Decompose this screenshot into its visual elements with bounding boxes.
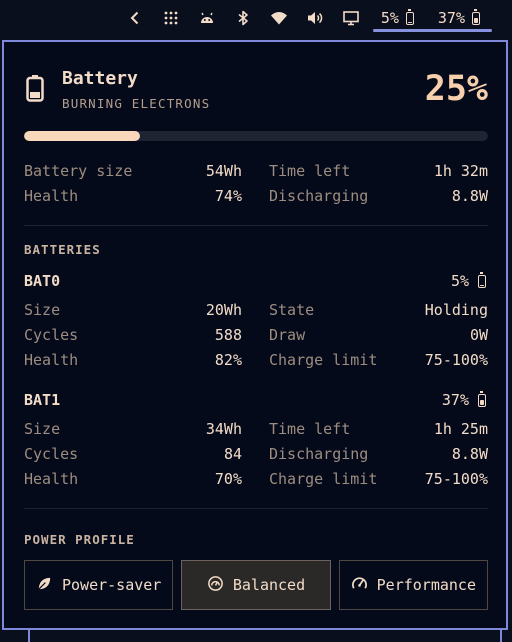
- battery-total-percent: 25%: [424, 69, 488, 109]
- panel-frame-tail: [28, 630, 502, 642]
- label: State: [269, 301, 315, 319]
- battery-icon: [472, 8, 480, 25]
- bat0-charge-limit: Charge limit 75-100%: [269, 349, 488, 371]
- chevron-left-icon[interactable]: [117, 0, 153, 36]
- value: 1h 32m: [433, 162, 488, 180]
- battery-percent: 37%: [437, 9, 465, 27]
- bat0-cycles: Cycles 588: [24, 324, 242, 346]
- bluetooth-icon[interactable]: [225, 0, 261, 36]
- bat0-draw: Draw 0W: [269, 324, 488, 346]
- value: 84: [223, 445, 242, 463]
- battery-icon: [478, 390, 486, 407]
- value: 588: [214, 326, 242, 344]
- power-saver-button[interactable]: Power-saver: [24, 560, 174, 610]
- value: Holding: [424, 301, 488, 319]
- bat1-discharging: Discharging 8.8W: [269, 443, 488, 465]
- battery-progress-fill: [24, 131, 140, 141]
- panel-subtitle: BURNING ELECTRONS: [62, 96, 211, 111]
- power-profile-buttons: Power-saver Balanced Performance: [24, 560, 488, 610]
- robot-icon[interactable]: [189, 0, 225, 36]
- bat1-time-left: Time left 1h 25m: [269, 418, 488, 440]
- battery-icon: [26, 74, 44, 106]
- battery-progress-bar: [24, 131, 488, 141]
- wifi-icon[interactable]: [261, 0, 297, 36]
- bat1-health: Health 70%: [24, 468, 242, 490]
- battery-percent: 5%: [380, 9, 399, 27]
- label: Cycles: [24, 326, 79, 344]
- battery-name: BAT1: [24, 391, 61, 409]
- value: 34Wh: [205, 420, 242, 438]
- batteries-section-title: BATTERIES: [24, 242, 101, 257]
- panel-header: Battery BURNING ELECTRONS 25%: [22, 66, 488, 116]
- bat0-size: Size 20Wh: [24, 299, 242, 321]
- battery-name: BAT0: [24, 272, 61, 290]
- value: 0W: [469, 326, 488, 344]
- display-icon[interactable]: [333, 0, 369, 36]
- summary-time-left: Time left 1h 32m: [269, 160, 488, 182]
- battery-percent-value: 5%: [450, 272, 469, 290]
- divider: [24, 225, 488, 226]
- panel-title: Battery: [62, 68, 138, 89]
- value: 74%: [214, 187, 242, 205]
- bat1-cycles: Cycles 84: [24, 443, 242, 465]
- label: Health: [24, 351, 79, 369]
- label: Size: [24, 420, 61, 438]
- label: Health: [24, 470, 79, 488]
- label: Discharging: [269, 187, 369, 205]
- bat1-size: Size 34Wh: [24, 418, 242, 440]
- battery-bat1-header: BAT1 37%: [24, 389, 488, 411]
- label: Charge limit: [269, 351, 378, 369]
- dots-grid-icon[interactable]: [153, 0, 189, 36]
- battery-icon: [478, 271, 486, 288]
- battery-indicator-bat0[interactable]: 5%: [369, 0, 426, 36]
- speedometer-icon: [351, 575, 368, 596]
- bat1-charge-limit: Charge limit 75-100%: [269, 468, 488, 490]
- bat0-state: State Holding: [269, 299, 488, 321]
- battery-percent: 5%: [450, 271, 488, 290]
- label: Discharging: [269, 445, 369, 463]
- leaf-icon: [36, 575, 53, 596]
- battery-bat0-header: BAT0 5%: [24, 270, 488, 292]
- battery-percent-value: 37%: [441, 391, 469, 409]
- value: 75-100%: [424, 351, 488, 369]
- summary-discharging: Discharging 8.8W: [269, 185, 488, 207]
- value: 54Wh: [205, 162, 242, 180]
- value: 20Wh: [205, 301, 242, 319]
- value: 8.8W: [451, 445, 488, 463]
- value: 8.8W: [451, 187, 488, 205]
- button-label: Balanced: [232, 576, 306, 594]
- button-label: Performance: [376, 576, 476, 594]
- label: Health: [24, 187, 79, 205]
- label: Cycles: [24, 445, 79, 463]
- top-bar: 5% 37%: [0, 0, 512, 36]
- divider: [24, 508, 488, 509]
- value: 70%: [214, 470, 242, 488]
- battery-percent: 37%: [441, 390, 488, 409]
- label: Size: [24, 301, 61, 319]
- bat0-health: Health 82%: [24, 349, 242, 371]
- label: Time left: [269, 162, 351, 180]
- balanced-button[interactable]: Balanced: [181, 560, 331, 610]
- value: 1h 25m: [433, 420, 488, 438]
- label: Draw: [269, 326, 306, 344]
- battery-indicator-group[interactable]: 5% 37%: [369, 0, 493, 36]
- gauge-icon: [207, 575, 224, 596]
- volume-icon[interactable]: [297, 0, 333, 36]
- button-label: Power-saver: [61, 576, 162, 594]
- summary-health: Health 74%: [24, 185, 242, 207]
- value: 82%: [214, 351, 242, 369]
- label: Time left: [269, 420, 351, 438]
- power-profile-section-title: POWER PROFILE: [24, 532, 135, 547]
- battery-icon: [405, 8, 414, 25]
- label: Charge limit: [269, 470, 378, 488]
- value: 75-100%: [424, 470, 488, 488]
- label: Battery size: [24, 162, 133, 180]
- battery-panel: Battery BURNING ELECTRONS 25% Battery si…: [2, 40, 508, 630]
- battery-indicator-bat1[interactable]: 37%: [426, 0, 492, 36]
- summary-battery-size: Battery size 54Wh: [24, 160, 242, 182]
- performance-button[interactable]: Performance: [338, 560, 488, 610]
